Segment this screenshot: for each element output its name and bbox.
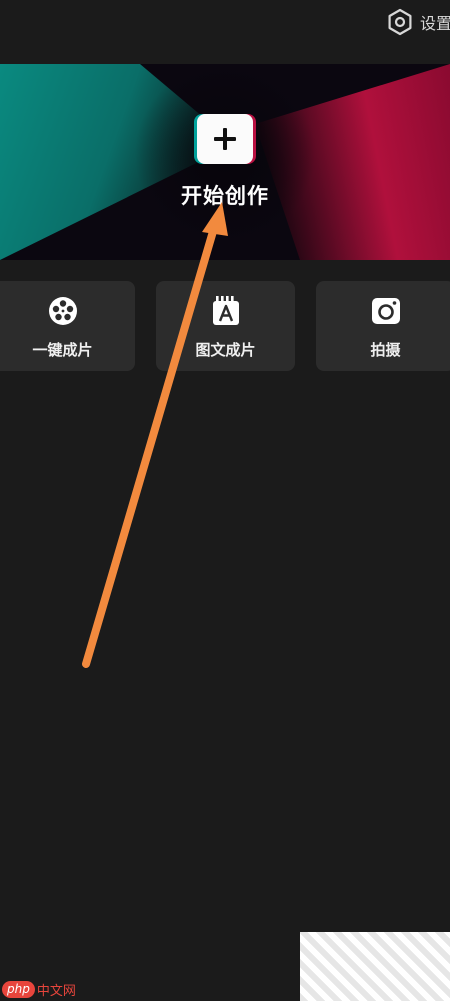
plus-icon[interactable] [197, 114, 253, 164]
start-creation-banner[interactable]: 开始创作 [0, 64, 450, 260]
start-creation-label: 开始创作 [181, 183, 269, 208]
hexagon-gear-icon [386, 8, 414, 36]
one-click-video-label: 一键成片 [32, 341, 93, 359]
text-to-video-button[interactable]: 图文成片 [156, 281, 295, 371]
settings-button[interactable]: 设置 [386, 6, 450, 38]
top-bar: 设置 [0, 0, 450, 42]
one-click-video-button[interactable]: 一键成片 [0, 281, 135, 371]
watermark-site: 中文网 [36, 983, 76, 999]
shoot-label: 拍摄 [370, 341, 401, 359]
blurred-watermark-region [300, 932, 450, 1001]
text-to-video-label: 图文成片 [195, 341, 256, 359]
app-home-screen: 设置 开始创作 一键成片 图文成片 拍摄 php 中文网 [0, 0, 450, 1001]
film-reel-icon [47, 295, 79, 327]
camera-icon [370, 295, 402, 327]
text-image-icon [210, 295, 242, 327]
watermark-brand: php [2, 980, 35, 998]
site-watermark: php 中文网 [2, 978, 76, 1000]
settings-label: 设置 [420, 14, 450, 33]
shoot-button[interactable]: 拍摄 [316, 281, 450, 371]
